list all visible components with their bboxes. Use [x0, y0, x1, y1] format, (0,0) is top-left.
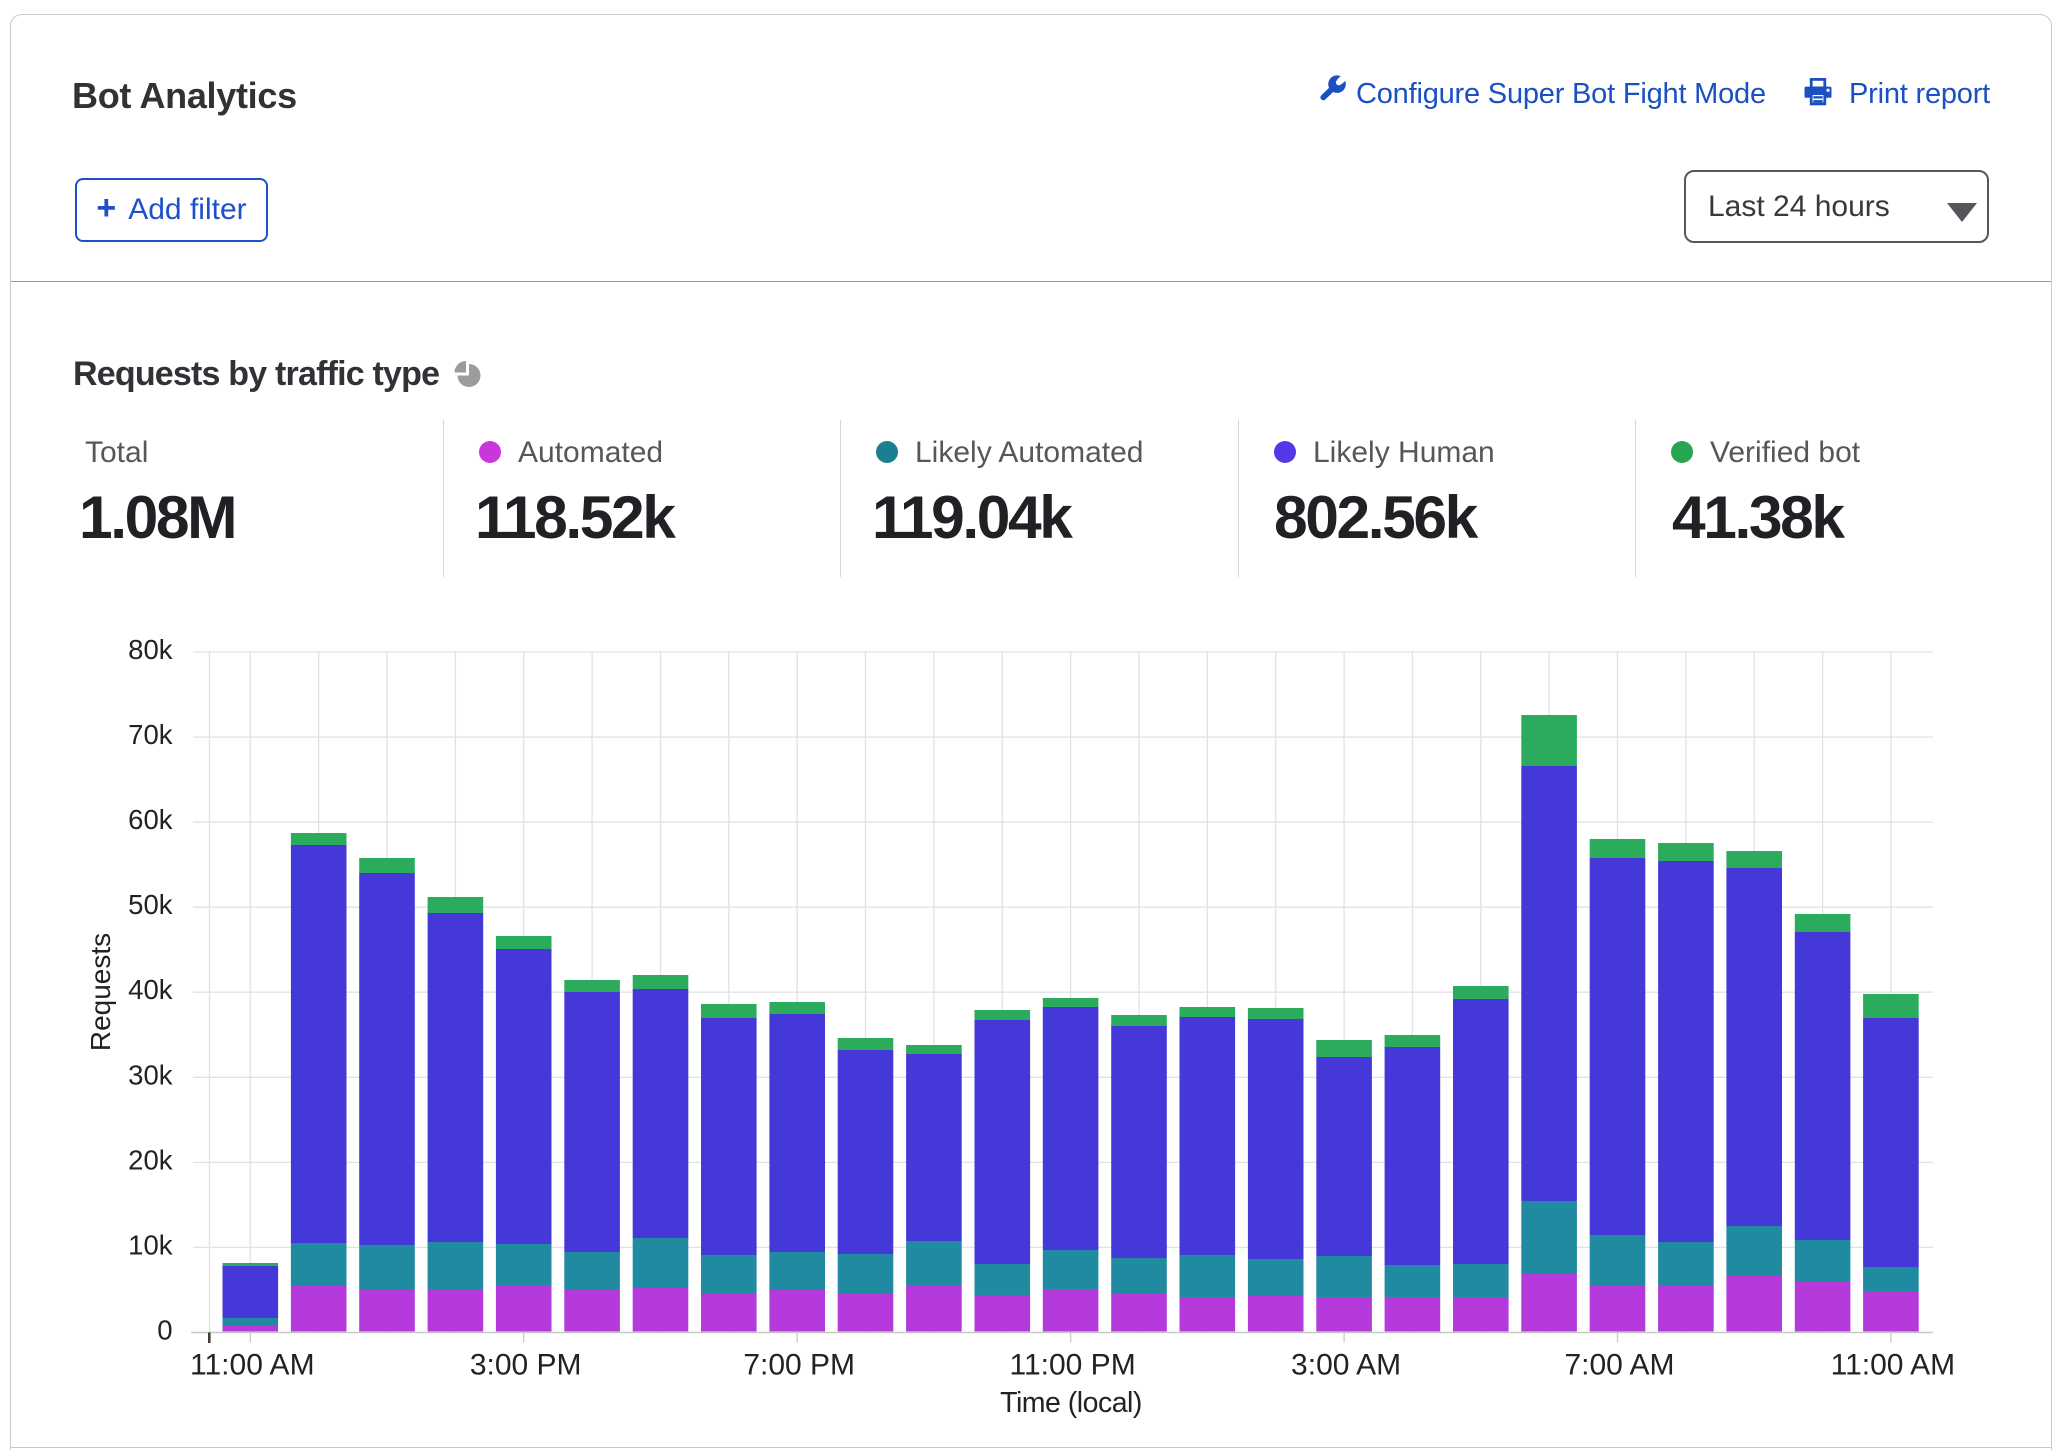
svg-text:70k: 70k	[128, 719, 173, 750]
svg-text:30k: 30k	[128, 1059, 173, 1090]
svg-text:40k: 40k	[128, 974, 173, 1005]
svg-text:80k: 80k	[128, 634, 173, 665]
svg-text:60k: 60k	[128, 804, 173, 835]
svg-text:50k: 50k	[128, 889, 173, 920]
svg-text:11:00 AM: 11:00 AM	[190, 1349, 315, 1382]
svg-text:0: 0	[157, 1315, 172, 1346]
svg-text:Time (local): Time (local)	[1000, 1387, 1142, 1419]
svg-text:3:00 PM: 3:00 PM	[470, 1349, 582, 1382]
svg-text:10k: 10k	[128, 1229, 173, 1260]
svg-text:7:00 AM: 7:00 AM	[1564, 1349, 1674, 1382]
svg-text:20k: 20k	[128, 1144, 173, 1175]
svg-text:11:00 AM: 11:00 AM	[1831, 1349, 1956, 1382]
svg-text:3:00 AM: 3:00 AM	[1291, 1349, 1401, 1382]
svg-text:7:00 PM: 7:00 PM	[743, 1349, 855, 1382]
svg-text:11:00 PM: 11:00 PM	[1010, 1349, 1136, 1382]
svg-text:Requests: Requests	[85, 933, 116, 1051]
